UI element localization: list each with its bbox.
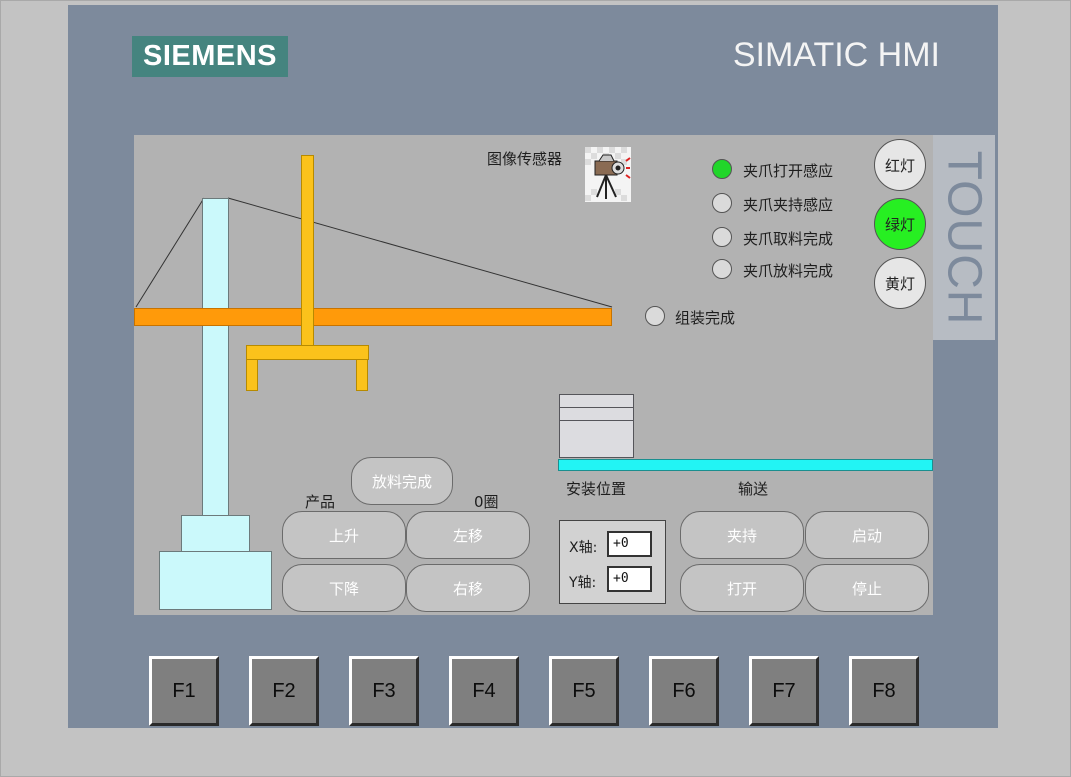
x-axis-field[interactable]: +0: [607, 531, 652, 557]
lamp-gripper-open: [712, 159, 732, 179]
install-position-label: 安装位置: [566, 480, 627, 498]
product-label: 产品: [305, 493, 336, 511]
up-button[interactable]: 上升: [282, 511, 406, 559]
siemens-logo: SIEMENS: [132, 36, 288, 77]
f2-key[interactable]: F2: [249, 656, 319, 726]
down-button[interactable]: 下降: [282, 564, 406, 612]
y-axis-field[interactable]: +0: [607, 566, 652, 592]
label-assembly-done: 组装完成: [675, 309, 736, 327]
open-button[interactable]: 打开: [680, 564, 804, 612]
workpiece-middle: [559, 407, 634, 421]
workpiece-top: [559, 394, 634, 408]
red-light-button[interactable]: 红灯: [874, 139, 926, 191]
yellow-light-button[interactable]: 黄灯: [874, 257, 926, 309]
green-light-button[interactable]: 绿灯: [874, 198, 926, 250]
gripper-rod: [301, 155, 314, 346]
gripper-bar: [246, 345, 369, 360]
label-release-done: 夹爪放料完成: [743, 262, 834, 280]
start-button[interactable]: 启动: [805, 511, 929, 559]
release-done-button[interactable]: 放料完成: [351, 457, 453, 505]
count-label: 0圈: [474, 493, 499, 511]
conveyor-belt: [558, 459, 933, 471]
lamp-release-done: [712, 259, 732, 279]
axis-position-panel: X轴: +0 Y轴: +0: [559, 520, 666, 604]
label-pick-done: 夹爪取料完成: [743, 230, 834, 248]
lamp-gripper-clamp: [712, 193, 732, 213]
lamp-assembly-done: [645, 306, 665, 326]
y-axis-label: Y轴:: [569, 575, 597, 591]
move-right-button[interactable]: 右移: [406, 564, 530, 612]
label-gripper-clamp: 夹爪夹持感应: [743, 196, 834, 214]
brand-title: SIMATIC HMI: [732, 36, 940, 74]
f4-key[interactable]: F4: [449, 656, 519, 726]
f5-key[interactable]: F5: [549, 656, 619, 726]
touch-label: TOUCH: [937, 150, 991, 326]
crane-boom: [134, 308, 612, 326]
move-left-button[interactable]: 左移: [406, 511, 530, 559]
f3-key[interactable]: F3: [349, 656, 419, 726]
f1-key[interactable]: F1: [149, 656, 219, 726]
f7-key[interactable]: F7: [749, 656, 819, 726]
crane-mast: [202, 198, 229, 516]
f6-key[interactable]: F6: [649, 656, 719, 726]
clamp-button[interactable]: 夹持: [680, 511, 804, 559]
stop-button[interactable]: 停止: [805, 564, 929, 612]
crane-base-lower: [159, 551, 272, 610]
f8-key[interactable]: F8: [849, 656, 919, 726]
sensor-label: 图像传感器: [487, 150, 563, 168]
camera-sensor-icon: [585, 147, 631, 202]
crane-base-upper: [181, 515, 250, 552]
workpiece-bottom: [559, 420, 634, 458]
gripper-finger-left: [246, 359, 258, 391]
label-gripper-open: 夹爪打开感应: [743, 162, 834, 180]
hmi-screen: 图像传感器 夹爪打开感应 夹爪夹持感应 夹爪取料完成 夹爪放料完成 组装完成 红…: [134, 135, 933, 615]
conveyor-label: 输送: [738, 480, 769, 498]
x-axis-label: X轴:: [569, 540, 598, 556]
gripper-finger-right: [356, 359, 368, 391]
lamp-pick-done: [712, 227, 732, 247]
